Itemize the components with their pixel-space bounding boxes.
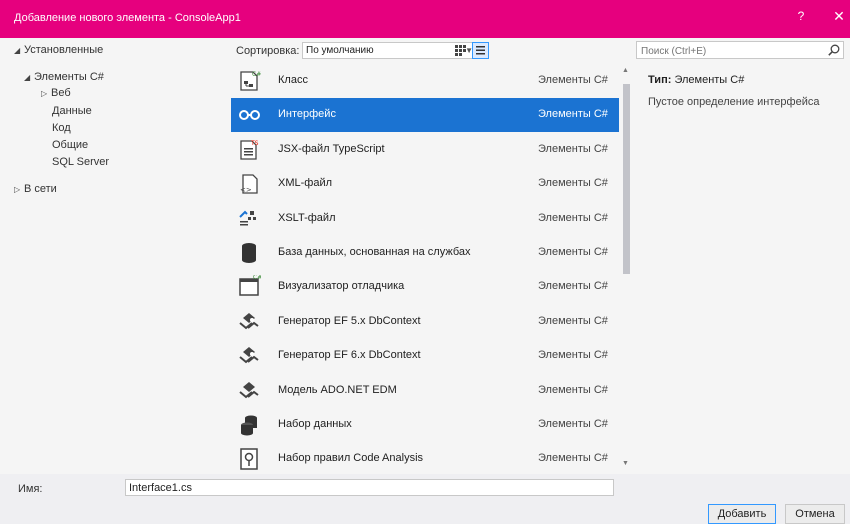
template-category: Элементы C# xyxy=(538,349,608,362)
list-view-button[interactable] xyxy=(472,42,489,59)
details-description: Пустое определение интерфейса xyxy=(648,96,820,108)
dialog-footer: Имя: Добавить Отмена xyxy=(0,474,850,524)
class-icon: C# xyxy=(237,69,261,93)
template-category: Элементы C# xyxy=(538,314,608,327)
scroll-up-icon[interactable]: ▲ xyxy=(622,67,629,74)
template-category: Элементы C# xyxy=(538,418,608,430)
details-panel: Тип: Элементы C# Пустое определение инте… xyxy=(648,74,848,108)
typescript-file-icon: TS xyxy=(237,138,261,162)
template-tree: ◢ Установленные ◢ Элементы C# ▷ Веб Данные … xyxy=(0,38,230,474)
tree-item-label: Элементы C# xyxy=(34,71,104,83)
template-name: Набор данных xyxy=(278,418,352,430)
tree-item-installed[interactable]: ◢ Установленные xyxy=(14,42,103,58)
expanded-arrow-icon: ◢ xyxy=(24,73,31,82)
template-category: Элементы C# xyxy=(538,177,608,190)
template-list: C# Класс Элементы C# Интерфейс Элементы C# TS… xyxy=(231,64,619,474)
template-category: Элементы C# xyxy=(538,211,608,224)
template-row[interactable]: Набор данных Элементы C# xyxy=(231,408,619,442)
tree-item-data[interactable]: Данные xyxy=(52,103,92,119)
details-type-label: Тип: xyxy=(648,74,672,86)
template-row[interactable]: C# Визуализатор отладчика Элементы C# xyxy=(231,270,619,304)
search-box xyxy=(636,41,844,59)
template-row[interactable]: C# Класс Элементы C# xyxy=(231,64,619,98)
xml-file-icon: <> xyxy=(237,172,261,196)
template-row[interactable]: Интерфейс Элементы C# xyxy=(231,98,619,133)
template-category: Элементы C# xyxy=(538,280,608,293)
template-name: Набор правил Code Analysis xyxy=(278,452,424,465)
sort-label: Сортировка: xyxy=(236,45,300,57)
template-name: XML-файл xyxy=(278,177,333,190)
template-category: Элементы C# xyxy=(538,74,608,86)
template-category: Элементы C# xyxy=(538,108,608,121)
ado-model-icon xyxy=(237,379,261,403)
template-row[interactable]: Набор правил Code Analysis Элементы C# xyxy=(231,442,619,474)
interface-icon xyxy=(237,103,261,127)
template-name: Генератор EF 6.x DbContext xyxy=(278,349,421,362)
cancel-button[interactable]: Отмена xyxy=(785,504,845,524)
debugger-visualizer-icon: C# xyxy=(237,274,262,299)
collapsed-arrow-icon: ▷ xyxy=(14,185,21,194)
svg-text:C#: C# xyxy=(253,275,261,281)
details-type: Тип: Элементы C# xyxy=(648,74,848,86)
search-icon[interactable] xyxy=(827,43,841,57)
template-row[interactable]: Генератор EF 6.x DbContext Элементы C# xyxy=(231,339,619,373)
tree-item-label: Веб xyxy=(51,87,71,99)
add-button[interactable]: Добавить xyxy=(708,504,776,524)
scroll-thumb[interactable] xyxy=(623,84,630,274)
template-name: XSLT-файл xyxy=(278,211,336,224)
svg-text:TS: TS xyxy=(250,140,259,147)
template-name: Модель ADO.NET EDM xyxy=(278,383,397,396)
template-name: JSX-файл TypeScript xyxy=(278,142,385,155)
search-input[interactable] xyxy=(639,43,823,59)
svg-text:<>: <> xyxy=(240,186,252,194)
xslt-file-icon xyxy=(237,207,261,231)
template-name: База данных, основанная на службах xyxy=(278,246,471,258)
template-list-scrollbar[interactable]: ▲ ▼ xyxy=(620,64,632,474)
name-label: Имя: xyxy=(18,483,43,495)
template-name: Класс xyxy=(278,74,308,86)
template-category: Элементы C# xyxy=(538,383,608,396)
template-row[interactable]: Генератор EF 5.x DbContext Элементы C# xyxy=(231,305,619,339)
dataset-icon xyxy=(237,413,261,437)
close-button[interactable]: ✕ xyxy=(830,8,848,28)
template-name: Интерфейс xyxy=(278,108,336,121)
tree-item-online[interactable]: ▷ В сети xyxy=(14,181,57,197)
svg-text:C#: C# xyxy=(252,71,261,78)
ef-generator-icon xyxy=(237,344,261,368)
tree-item-label: Установленные xyxy=(24,44,104,56)
template-category: Элементы C# xyxy=(538,452,608,465)
scroll-down-icon[interactable]: ▼ xyxy=(622,460,629,467)
collapsed-arrow-icon: ▷ xyxy=(41,89,48,98)
template-row[interactable]: TS JSX-файл TypeScript Элементы C# xyxy=(231,133,619,167)
template-category: Элементы C# xyxy=(538,246,608,258)
expanded-arrow-icon: ◢ xyxy=(14,46,21,55)
sort-value: По умолчанию xyxy=(306,45,374,56)
template-category: Элементы C# xyxy=(538,142,608,155)
grid-view-icon xyxy=(455,45,466,56)
code-analysis-ruleset-icon xyxy=(237,447,261,471)
help-button[interactable]: ? xyxy=(793,9,809,27)
tree-item-csharp-items[interactable]: ◢ Элементы C# xyxy=(24,69,104,85)
details-type-value: Элементы C# xyxy=(674,74,745,86)
tree-item-general[interactable]: Общие xyxy=(52,137,88,153)
tree-item-code[interactable]: Код xyxy=(52,120,71,136)
title-bar: Добавление нового элемента - ConsoleApp1… xyxy=(0,0,850,38)
list-view-icon xyxy=(476,46,485,55)
template-row[interactable]: Модель ADO.NET EDM Элементы C# xyxy=(231,374,619,408)
tree-item-sql-server[interactable]: SQL Server xyxy=(52,154,109,170)
tree-item-web[interactable]: ▷ Веб xyxy=(41,85,71,101)
template-row[interactable]: <> XML-файл Элементы C# xyxy=(231,167,619,201)
tree-item-label: В сети xyxy=(24,183,57,195)
ef-generator-icon xyxy=(237,310,261,334)
database-icon xyxy=(237,241,261,265)
template-row[interactable]: База данных, основанная на службах Элемен… xyxy=(231,236,619,270)
name-input[interactable] xyxy=(125,479,614,496)
template-name: Генератор EF 5.x DbContext xyxy=(278,314,421,327)
grid-view-button[interactable] xyxy=(452,42,469,59)
template-row[interactable]: XSLT-файл Элементы C# xyxy=(231,202,619,236)
window-title: Добавление нового элемента - ConsoleApp1 xyxy=(14,12,241,24)
sort-toolbar: Сортировка: По умолчанию ▼ xyxy=(230,38,630,64)
template-name: Визуализатор отладчика xyxy=(278,280,405,293)
